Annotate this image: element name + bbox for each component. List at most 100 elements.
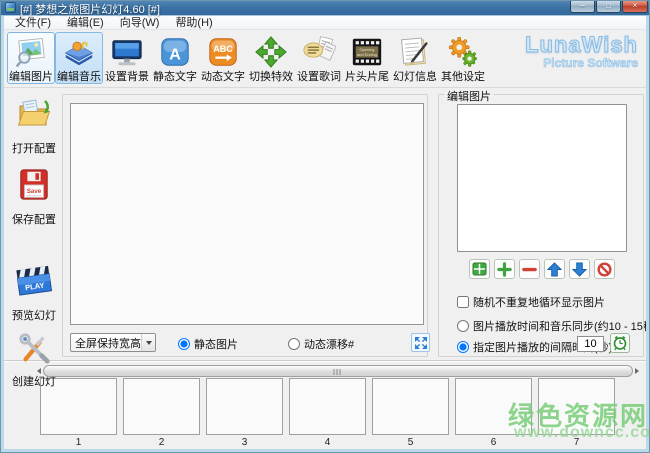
logo-subtitle: Picture Software [525,56,638,70]
block-icon [597,262,612,277]
sidebar-save-config[interactable]: Save 保存配置 [12,167,56,227]
other-settings-icon [445,34,481,70]
dynamic-drift-label: 动态漂移# [304,336,354,352]
picture-list-toolbar [457,259,627,279]
window-title: [#] 梦想之旅图片幻灯4.60 [#] [20,1,160,17]
sidebar-preview-slideshow[interactable]: PLAY 预览幻灯 [12,263,56,323]
timer-button[interactable] [610,333,630,353]
toolbar-slideshow-info[interactable]: 幻灯信息 [391,32,439,84]
toolbar-other-settings[interactable]: 其他设定 [439,32,487,84]
open-config-icon [16,96,52,137]
dynamic-drift-radio[interactable]: 动态漂移# [288,336,354,352]
toolbar-switch-effects[interactable]: 切换特效 [247,32,295,84]
filmstrip-number: 4 [289,437,366,448]
toolbar-button-label: 设置歌词 [297,71,341,83]
toolbar-dynamic-text[interactable]: ABC 动态文字 [199,32,247,84]
sidebar-create-slideshow[interactable]: 创建幻灯 [12,331,56,389]
dynamic-drift-radio-input[interactable] [288,338,300,350]
preview-canvas[interactable] [70,103,424,325]
toolbar-opening-ending[interactable]: Opening and Ending 片头片尾 [343,32,391,84]
toolbar-set-background[interactable]: 设置背景 [103,32,151,84]
title-bar[interactable]: [#] 梦想之旅图片幻灯4.60 [#] [0,0,650,16]
left-sidebar: 打开配置 Save 保存配置 [4,88,64,449]
edit-picture-icon [13,34,49,70]
preview-slideshow-icon: PLAY [16,263,52,304]
maximize-icon: □ [606,1,611,10]
add-picture-button[interactable] [494,259,515,279]
toolbar-button-label: 其他设定 [441,71,485,83]
logo-title: LunaWish [525,34,638,56]
menu-help[interactable]: 帮助(H) [167,16,220,30]
filmstrip-slot-6[interactable] [455,378,532,435]
toolbar-static-text[interactable]: A 静态文字 [151,32,199,84]
menu-bar: 文件(F) 编辑(E) 向导(W) 帮助(H) [1,16,649,30]
add-multiple-button[interactable] [469,259,490,279]
move-up-button[interactable] [544,259,565,279]
svg-text:A: A [169,46,181,64]
static-picture-radio[interactable]: 静态图片 [178,336,238,352]
fullscreen-expand-icon [414,336,428,350]
scale-mode-value: 全屏保持宽高比例 [71,335,141,351]
toolbar-button-label: 片头片尾 [345,71,389,83]
scale-mode-dropdown[interactable]: 全屏保持宽高比例 [70,333,156,352]
toolbar-set-lyrics[interactable]: 设置歌词 [295,32,343,84]
filmstrip-number: 2 [123,437,200,448]
picture-list-title: 编辑图片 [444,88,494,104]
static-text-icon: A [157,34,193,70]
menu-wizard[interactable]: 向导(W) [112,16,168,30]
static-picture-radio-input[interactable] [178,338,190,350]
sidebar-item-label: 保存配置 [12,211,56,227]
bottom-divider [4,360,646,362]
save-icon-text: Save [27,188,42,195]
menu-edit[interactable]: 编辑(E) [59,16,112,30]
filmstrip-number: 7 [538,437,615,448]
close-icon: × [633,1,638,10]
toolbar-button-label: 切换特效 [249,71,293,83]
filmstrip-number: 3 [206,437,283,448]
scroll-left-icon[interactable] [34,365,43,376]
set-background-icon [109,34,145,70]
minimize-button[interactable]: – [570,0,595,13]
remove-picture-button[interactable] [519,259,540,279]
filmstrip-slot-5[interactable] [372,378,449,435]
edit-music-icon [61,34,97,70]
menu-file[interactable]: 文件(F) [7,16,59,30]
move-down-button[interactable] [569,259,590,279]
minimize-icon: – [580,1,584,10]
clear-list-button[interactable] [594,259,615,279]
toolbar-button-label: 编辑音乐 [57,71,101,83]
filmstrip-slot-2[interactable] [123,378,200,435]
picture-listbox[interactable] [457,104,627,252]
grid-add-icon [472,262,487,276]
sidebar-item-label: 预览幻灯 [12,307,56,323]
toolbar-button-label: 动态文字 [201,71,245,83]
toolbar-button-label: 幻灯信息 [393,71,437,83]
filmstrip-slot-3[interactable] [206,378,283,435]
set-lyrics-icon [301,34,337,70]
toolbar-edit-picture[interactable]: 编辑图片 [7,32,55,84]
static-picture-label: 静态图片 [194,336,238,352]
maximize-button[interactable]: □ [596,0,621,13]
toolbar-edit-music[interactable]: 编辑音乐 [55,32,103,84]
opening-ending-icon: Opening and Ending [349,34,385,70]
switch-effects-icon [253,34,289,70]
scrollbar-track[interactable] [43,365,633,377]
filmstrip-slot-4[interactable] [289,378,366,435]
app-logo: LunaWish Picture Software [525,34,638,70]
save-config-icon: Save [17,167,51,208]
svg-text:ABC: ABC [213,44,233,54]
scrollbar-thumb[interactable] [43,365,633,377]
app-icon [5,2,16,13]
interval-seconds-input[interactable] [577,336,604,352]
random-loop-checkbox[interactable]: 随机不重复地循环显示图片 [457,294,605,310]
fullscreen-button[interactable] [411,333,430,352]
scroll-right-icon[interactable] [633,365,642,376]
alarm-clock-icon [612,335,628,351]
filmstrip-scrollbar[interactable] [34,364,642,377]
filmstrip-number: 6 [455,437,532,448]
close-button[interactable]: × [622,0,648,13]
sidebar-open-config[interactable]: 打开配置 [12,96,56,156]
random-loop-checkbox-input[interactable] [457,296,469,308]
filmstrip-slot-7[interactable] [538,378,615,435]
ending-text: and Ending [357,52,377,57]
